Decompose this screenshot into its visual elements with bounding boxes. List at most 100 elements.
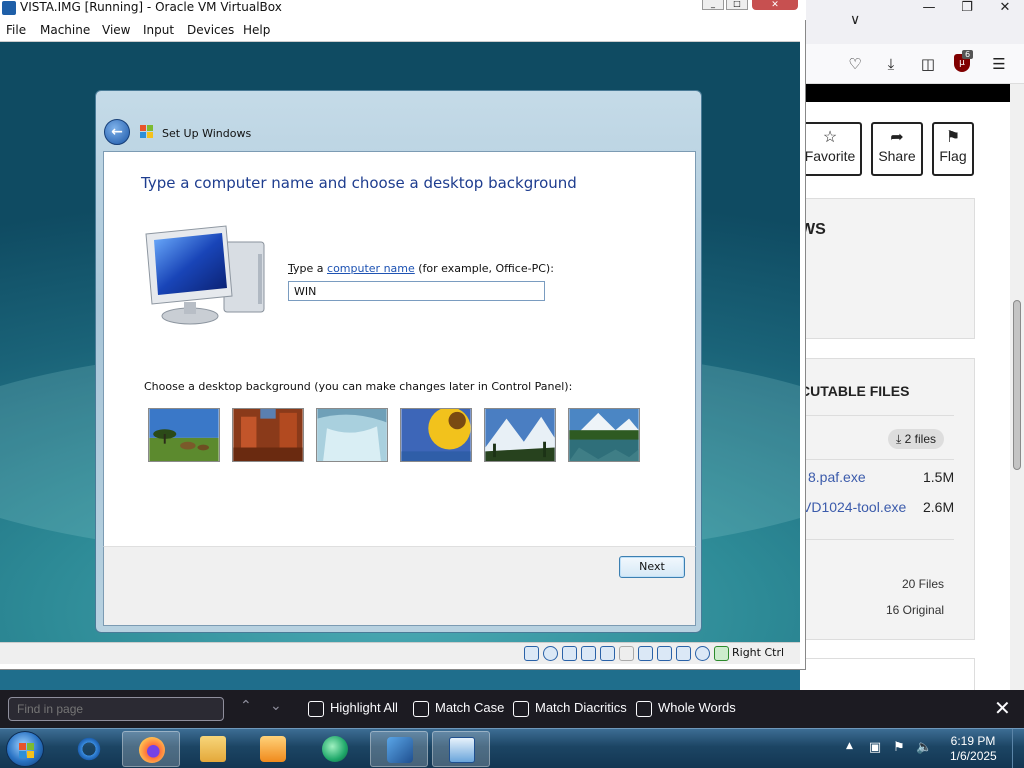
vista-vm-icon: [449, 737, 475, 763]
volume-muted-icon[interactable]: 🔈: [916, 740, 932, 756]
page-header-bar: [800, 84, 1024, 102]
clock-date: 1/6/2025: [950, 749, 997, 763]
highlight-all-checkbox[interactable]: Highlight All: [308, 700, 398, 718]
background-label: Choose a desktop background (you can mak…: [144, 380, 573, 393]
browser-titlebar: ∨ — ❐ ✕: [800, 0, 1024, 44]
audio-icon[interactable]: [562, 646, 577, 661]
start-button[interactable]: [6, 731, 44, 767]
vm-display[interactable]: ← Set Up Windows Type a computer name an…: [0, 42, 800, 642]
download-icon[interactable]: ⤓: [880, 54, 902, 74]
menu-view[interactable]: View: [102, 23, 130, 37]
action-center-flag-icon[interactable]: ⚑: [892, 740, 906, 756]
share-button[interactable]: ➦ Share: [871, 122, 923, 176]
usb-icon[interactable]: [600, 646, 615, 661]
show-desktop-button[interactable]: [1012, 729, 1024, 768]
close-icon[interactable]: ✕: [986, 0, 1024, 18]
menu-help[interactable]: Help: [243, 23, 270, 37]
dialog-title: Set Up Windows: [162, 127, 252, 140]
minimize-icon[interactable]: _: [702, 0, 724, 10]
clock-time: 6:19 PM: [950, 734, 996, 748]
extensions-icon[interactable]: ◫: [917, 54, 939, 74]
whole-words-checkbox[interactable]: Whole Words: [636, 700, 736, 718]
page-scrollbar[interactable]: [1010, 84, 1024, 690]
vbox-statusbar: Right Ctrl: [0, 642, 800, 664]
match-case-checkbox[interactable]: Match Case: [413, 700, 504, 718]
match-diacritics-checkbox[interactable]: Match Diacritics: [513, 700, 627, 718]
media-player-icon: [260, 736, 286, 762]
find-next-icon[interactable]: ⌄: [270, 698, 282, 714]
vbox-titlebar: VISTA.IMG [Running] - Oracle VM VirtualB…: [0, 0, 806, 20]
background-thumbnail-mountains[interactable]: [484, 408, 556, 462]
network-icon[interactable]: [581, 646, 596, 661]
computer-name-link[interactable]: computer name: [327, 262, 415, 275]
flag-button[interactable]: ⚑ Flag: [932, 122, 974, 176]
background-thumbnail-lake[interactable]: [568, 408, 640, 462]
list-all-tabs-icon[interactable]: ∨: [850, 12, 860, 28]
maximize-icon[interactable]: □: [726, 0, 748, 10]
find-in-page-input[interactable]: [8, 697, 224, 721]
find-previous-icon[interactable]: ⌃: [240, 698, 252, 714]
back-arrow-icon[interactable]: ←: [104, 119, 130, 145]
taskbar-vista-vm[interactable]: [432, 731, 490, 767]
vt-x-icon[interactable]: [676, 646, 691, 661]
menu-icon[interactable]: ☰: [988, 54, 1010, 74]
green-app-icon: [322, 736, 348, 762]
background-thumbnail-sunflower[interactable]: [400, 408, 472, 462]
setup-windows-dialog: ← Set Up Windows Type a computer name an…: [95, 90, 702, 633]
clock[interactable]: 6:19 PM 1/6/2025: [950, 734, 997, 764]
display-icon[interactable]: [638, 646, 653, 661]
folder-icon: [200, 736, 226, 762]
background-thumbnail-canyon[interactable]: [232, 408, 304, 462]
file-size: 1.5M: [923, 469, 955, 485]
host-key-label: Right Ctrl: [732, 646, 785, 659]
windows-flag-icon: [140, 125, 154, 139]
virtualbox-icon: [387, 737, 413, 763]
taskbar-firefox[interactable]: [122, 731, 180, 767]
network-tray-icon[interactable]: ▣: [868, 740, 882, 756]
hard-disk-icon[interactable]: [524, 646, 539, 661]
menu-machine[interactable]: Machine: [40, 23, 90, 37]
taskbar-media-player[interactable]: [244, 731, 302, 767]
restore-icon[interactable]: ❐: [948, 0, 986, 18]
shared-folders-icon[interactable]: [619, 646, 634, 661]
virtualbox-window: VISTA.IMG [Running] - Oracle VM VirtualB…: [0, 0, 806, 670]
dialog-content: Type a computer name and choose a deskto…: [103, 151, 696, 546]
firefox-icon: [139, 737, 165, 763]
file-size: 2.6M: [923, 499, 955, 515]
ublock-count-badge: 6: [962, 50, 974, 59]
file-link[interactable]: 8.paf.exe: [808, 469, 866, 485]
computer-name-input[interactable]: [288, 281, 545, 301]
menu-input[interactable]: Input: [143, 23, 174, 37]
executable-files-title: CUTABLE FILES: [800, 383, 910, 399]
pocket-icon[interactable]: ♡: [844, 54, 866, 74]
menu-file[interactable]: File: [6, 23, 26, 37]
star-icon: ☆: [822, 129, 838, 146]
dialog-header: ← Set Up Windows: [96, 91, 701, 149]
taskbar-file-explorer[interactable]: [184, 731, 242, 767]
download-files-badge[interactable]: ⤓ 2 files: [888, 429, 944, 449]
close-find-bar-icon[interactable]: ✕: [994, 696, 1011, 720]
browser-toolbar: ♡ ⤓ ◫ μ 6 ☰: [800, 44, 1024, 84]
mouse-integration-icon[interactable]: [695, 646, 710, 661]
computer-icon: [145, 225, 265, 325]
recording-icon[interactable]: [657, 646, 672, 661]
ublock-origin-icon[interactable]: μ 6: [954, 50, 974, 74]
keyboard-capture-icon[interactable]: [714, 646, 729, 661]
taskbar-internet-explorer[interactable]: [60, 731, 118, 767]
scrollbar-thumb[interactable]: [1013, 300, 1021, 470]
background-thumbnail-savanna[interactable]: [148, 408, 220, 462]
next-button[interactable]: Next: [619, 556, 685, 578]
menu-devices[interactable]: Devices: [187, 23, 234, 37]
taskbar-green-app[interactable]: [306, 731, 364, 767]
vbox-window-title: VISTA.IMG [Running] - Oracle VM VirtualB…: [20, 0, 282, 14]
minimize-icon[interactable]: —: [910, 0, 948, 18]
taskbar-virtualbox[interactable]: [370, 731, 428, 767]
file-link[interactable]: VD1024-tool.exe: [802, 499, 906, 515]
close-icon[interactable]: ✕: [752, 0, 798, 10]
executable-files-card: CUTABLE FILES ⤓ 2 files 8.paf.exe 1.5M V…: [800, 358, 975, 640]
files-count: 20 Files: [902, 577, 945, 591]
optical-drive-icon[interactable]: [543, 646, 558, 661]
favorite-button[interactable]: ☆ Favorite: [800, 122, 862, 176]
background-thumbnail-waterfall[interactable]: [316, 408, 388, 462]
show-hidden-icons-icon[interactable]: ▲: [846, 741, 853, 751]
